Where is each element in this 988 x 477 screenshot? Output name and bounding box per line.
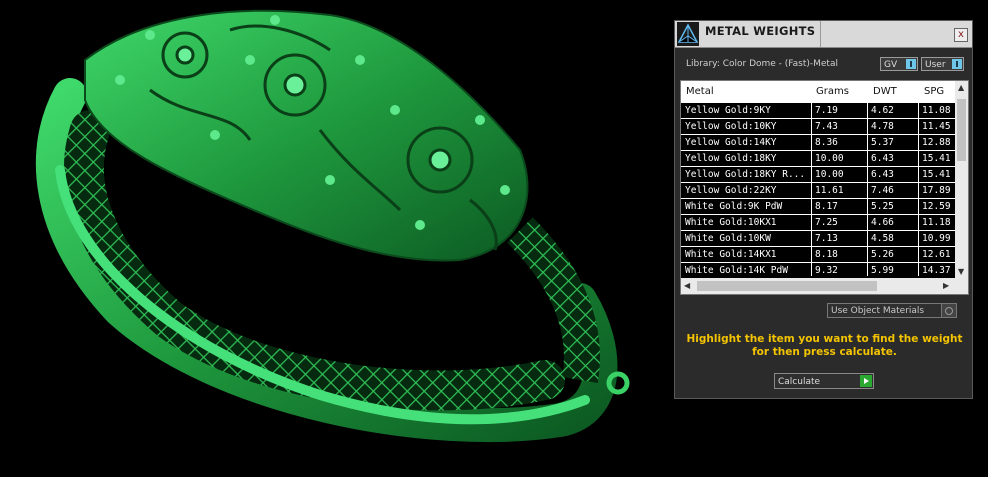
table-row[interactable]: Yellow Gold:14KY 8.36 5.37 12.88 xyxy=(681,135,956,150)
vertical-scrollbar[interactable]: ▲ ▼ xyxy=(955,81,968,279)
cell-spg: 11.18 xyxy=(922,217,951,228)
toggle-switch-icon xyxy=(906,59,916,69)
user-toggle-label: User xyxy=(925,60,946,70)
cell-grams: 8.17 xyxy=(815,201,838,212)
column-divider xyxy=(918,103,919,276)
cell-spg: 15.41 xyxy=(922,153,951,164)
library-label: Library: Color Dome - (Fast)-Metal xyxy=(686,59,838,69)
scroll-up-icon[interactable]: ▲ xyxy=(958,83,964,92)
scroll-down-icon[interactable]: ▼ xyxy=(958,267,964,276)
column-divider xyxy=(811,103,812,276)
gv-toggle-label: GV xyxy=(884,60,898,70)
cell-spg: 14.37 xyxy=(922,265,951,276)
cell-grams: 7.13 xyxy=(815,233,838,244)
user-toggle[interactable]: User xyxy=(921,57,964,71)
scroll-left-icon[interactable]: ◀ xyxy=(684,281,690,290)
table-row[interactable]: White Gold:14K PdW 9.32 5.99 14.37 xyxy=(681,263,956,278)
table-row[interactable]: White Gold:10KX1 7.25 4.66 11.18 xyxy=(681,215,956,230)
cell-dwt: 4.62 xyxy=(871,105,894,116)
column-divider xyxy=(867,103,868,276)
table-row[interactable]: Yellow Gold:22KY 11.61 7.46 17.89 xyxy=(681,183,956,198)
cell-grams: 7.25 xyxy=(815,217,838,228)
play-arrow-icon[interactable] xyxy=(860,375,872,387)
cell-metal: White Gold:10KW xyxy=(685,233,771,244)
cell-metal: Yellow Gold:22KY xyxy=(685,185,777,196)
cell-metal: White Gold:9K PdW xyxy=(685,201,783,212)
metal-weights-table[interactable]: Metal Grams DWT SPG Yellow Gold:9KY 7.19 4… xyxy=(680,80,969,295)
horizontal-scrollbar[interactable]: ◀ ▶ xyxy=(681,278,968,294)
table-row[interactable]: Yellow Gold:18KY 10.00 6.43 15.41 xyxy=(681,151,956,166)
cell-metal: Yellow Gold:10KY xyxy=(685,121,777,132)
cell-dwt: 5.37 xyxy=(871,137,894,148)
use-object-materials-label: Use Object Materials xyxy=(831,306,925,316)
cell-dwt: 5.26 xyxy=(871,249,894,260)
cell-spg: 12.61 xyxy=(922,249,951,260)
cell-dwt: 6.43 xyxy=(871,153,894,164)
cell-spg: 12.88 xyxy=(922,137,951,148)
table-row[interactable]: White Gold:10KW 7.13 4.58 10.99 xyxy=(681,231,956,246)
cell-dwt: 6.43 xyxy=(871,169,894,180)
cell-metal: White Gold:14K PdW xyxy=(685,265,788,276)
cell-spg: 11.45 xyxy=(922,121,951,132)
scrollbar-thumb[interactable] xyxy=(957,99,966,161)
titlebar-divider xyxy=(820,21,821,47)
column-header-metal[interactable]: Metal xyxy=(686,86,714,97)
cell-dwt: 5.99 xyxy=(871,265,894,276)
cell-grams: 7.19 xyxy=(815,105,838,116)
cell-dwt: 4.78 xyxy=(871,121,894,132)
scroll-right-icon[interactable]: ▶ xyxy=(943,281,949,290)
cell-metal: White Gold:10KX1 xyxy=(685,217,777,228)
cell-dwt: 4.66 xyxy=(871,217,894,228)
pyramid-logo-icon xyxy=(677,22,699,46)
table-row[interactable]: White Gold:9K PdW 8.17 5.25 12.59 xyxy=(681,199,956,214)
panel-titlebar[interactable]: METAL WEIGHTS x xyxy=(675,21,972,48)
table-header: Metal Grams DWT SPG xyxy=(681,81,956,103)
cell-metal: Yellow Gold:18KY R... xyxy=(685,169,806,180)
cell-metal: Yellow Gold:9KY xyxy=(685,105,771,116)
cell-grams: 11.61 xyxy=(815,185,844,196)
column-header-dwt[interactable]: DWT xyxy=(873,86,897,97)
cell-spg: 10.99 xyxy=(922,233,951,244)
cell-grams: 8.18 xyxy=(815,249,838,260)
cell-dwt: 5.25 xyxy=(871,201,894,212)
cell-grams: 9.32 xyxy=(815,265,838,276)
column-header-spg[interactable]: SPG xyxy=(924,86,944,97)
cell-metal: Yellow Gold:14KY xyxy=(685,137,777,148)
scrollbar-thumb[interactable] xyxy=(697,281,877,291)
3d-viewport[interactable] xyxy=(0,0,660,473)
cell-metal: White Gold:14KX1 xyxy=(685,249,777,260)
calculate-label: Calculate xyxy=(778,377,821,387)
column-header-grams[interactable]: Grams xyxy=(816,86,849,97)
cell-spg: 11.08 xyxy=(922,105,951,116)
toggle-switch-icon xyxy=(952,59,962,69)
table-row[interactable]: White Gold:14KX1 8.18 5.26 12.61 xyxy=(681,247,956,262)
cell-grams: 10.00 xyxy=(815,169,844,180)
instruction-text: Highlight the item you want to find the … xyxy=(686,333,963,358)
table-row[interactable]: Yellow Gold:18KY R... 10.00 6.43 15.41 xyxy=(681,167,956,182)
cell-metal: Yellow Gold:18KY xyxy=(685,153,777,164)
gv-toggle[interactable]: GV xyxy=(880,57,918,71)
panel-title: METAL WEIGHTS xyxy=(705,24,816,38)
cell-grams: 7.43 xyxy=(815,121,838,132)
dropdown-icon xyxy=(941,304,956,317)
calculate-button[interactable]: Calculate xyxy=(774,373,874,389)
metal-weights-panel: METAL WEIGHTS x Library: Color Dome - (F… xyxy=(674,20,973,399)
close-icon[interactable]: x xyxy=(954,28,968,42)
table-row[interactable]: Yellow Gold:9KY 7.19 4.62 11.08 xyxy=(681,103,956,118)
cell-spg: 12.59 xyxy=(922,201,951,212)
cell-grams: 10.00 xyxy=(815,153,844,164)
use-object-materials-dropdown[interactable]: Use Object Materials xyxy=(827,303,957,318)
cell-dwt: 7.46 xyxy=(871,185,894,196)
table-row[interactable]: Yellow Gold:10KY 7.43 4.78 11.45 xyxy=(681,119,956,134)
cell-spg: 15.41 xyxy=(922,169,951,180)
cell-dwt: 4.58 xyxy=(871,233,894,244)
bangle-model[interactable] xyxy=(0,0,660,473)
cell-spg: 17.89 xyxy=(922,185,951,196)
cell-grams: 8.36 xyxy=(815,137,838,148)
